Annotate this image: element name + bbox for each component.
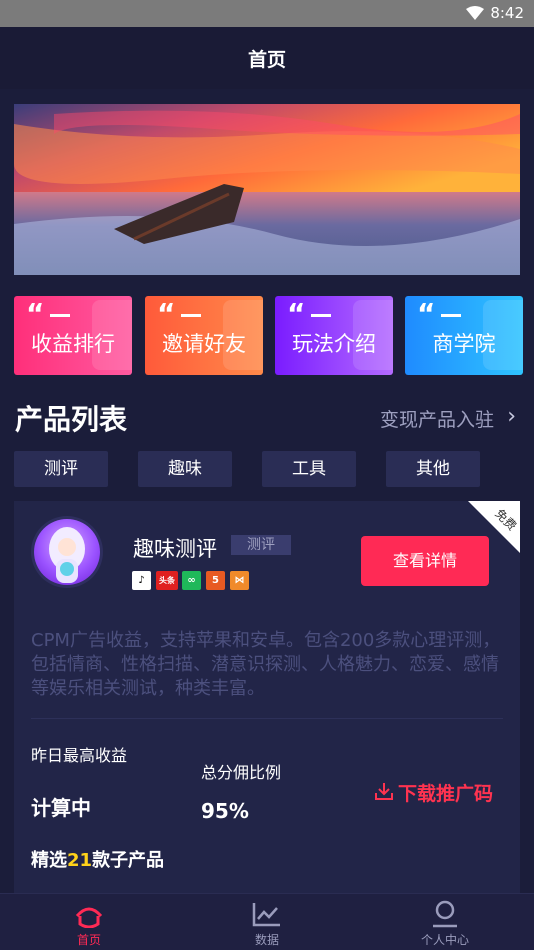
chip-category[interactable]: 趣味 xyxy=(138,451,232,487)
tab-data[interactable]: 数据 xyxy=(217,894,317,950)
banner-picture xyxy=(14,104,520,275)
quote-icon: “ xyxy=(157,297,176,330)
status-bar: 8:42 xyxy=(0,0,534,27)
selected-subproducts-label: 精选21款子产品 xyxy=(31,850,165,871)
tile-earnings-ranking[interactable]: “ 收益排行 xyxy=(14,296,132,375)
product-avatar xyxy=(34,519,100,585)
chip-category[interactable]: 工具 xyxy=(262,451,356,487)
product-card[interactable]: 免费 趣味测评 测评 ♪ 头条 ∞ 5 ⋈ 查看详情 CPM广告收益，支持苹果和… xyxy=(14,501,520,911)
product-category-tag: 测评 xyxy=(231,535,291,555)
title-bar: 首页 xyxy=(0,27,534,89)
chip-category[interactable]: 测评 xyxy=(14,451,108,487)
status-time: 8:42 xyxy=(490,4,524,22)
quote-icon: “ xyxy=(417,297,436,330)
selected-count: 21 xyxy=(67,850,93,871)
product-description: CPM广告收益，支持苹果和安卓。包含200多款心理评测，包括情商、性格扫描、潜意… xyxy=(31,630,501,699)
html5-icon: 5 xyxy=(206,571,225,590)
tile-label: 邀请好友 xyxy=(162,332,246,356)
tile-invite-friends[interactable]: “ 邀请好友 xyxy=(145,296,263,375)
chart-icon xyxy=(252,903,280,927)
wifi-icon xyxy=(466,6,484,20)
tab-profile[interactable]: 个人中心 xyxy=(395,894,495,950)
product-name: 趣味测评 xyxy=(133,537,217,561)
avatar-figure xyxy=(49,527,85,583)
commission-value: 95% xyxy=(201,799,249,823)
tab-label: 首页 xyxy=(76,933,101,947)
section-title: 产品列表 xyxy=(15,403,128,436)
yesterday-earnings-value: 计算中 xyxy=(31,796,91,820)
tab-label: 数据 xyxy=(254,933,279,947)
chip-category[interactable]: 其他 xyxy=(386,451,480,487)
user-icon xyxy=(433,900,457,928)
view-details-button[interactable]: 查看详情 xyxy=(361,536,489,586)
tab-label: 个人中心 xyxy=(420,933,469,947)
quote-icon: “ xyxy=(287,297,306,330)
yesterday-earnings-label: 昨日最高收益 xyxy=(31,746,128,765)
download-icon[interactable] xyxy=(374,781,394,801)
tile-label: 玩法介绍 xyxy=(292,332,376,356)
download-promo-code-button[interactable]: 下载推广码 xyxy=(398,779,493,806)
divider xyxy=(31,718,503,719)
quote-icon: “ xyxy=(26,297,45,330)
tile-business-school[interactable]: “ 商学院 xyxy=(405,296,523,375)
join-products-link[interactable]: 变现产品入驻 xyxy=(380,405,494,432)
toutiao-icon: 头条 xyxy=(156,571,178,590)
commission-label: 总分佣比例 xyxy=(201,763,282,782)
banner-image[interactable] xyxy=(14,104,520,275)
chevron-right-icon[interactable]: › xyxy=(507,404,516,429)
tile-label: 商学院 xyxy=(432,332,496,356)
tile-label: 收益排行 xyxy=(31,332,115,356)
wechat-mini-icon: ∞ xyxy=(182,571,201,590)
bottom-tab-bar: 首页 数据 个人中心 xyxy=(0,893,534,950)
home-icon xyxy=(75,907,103,928)
tile-how-to-play[interactable]: “ 玩法介绍 xyxy=(275,296,393,375)
tab-home[interactable]: 首页 xyxy=(39,894,139,950)
tiktok-icon: ♪ xyxy=(132,571,151,590)
kuaishou-icon: ⋈ xyxy=(230,571,249,590)
page-title: 首页 xyxy=(247,49,286,71)
